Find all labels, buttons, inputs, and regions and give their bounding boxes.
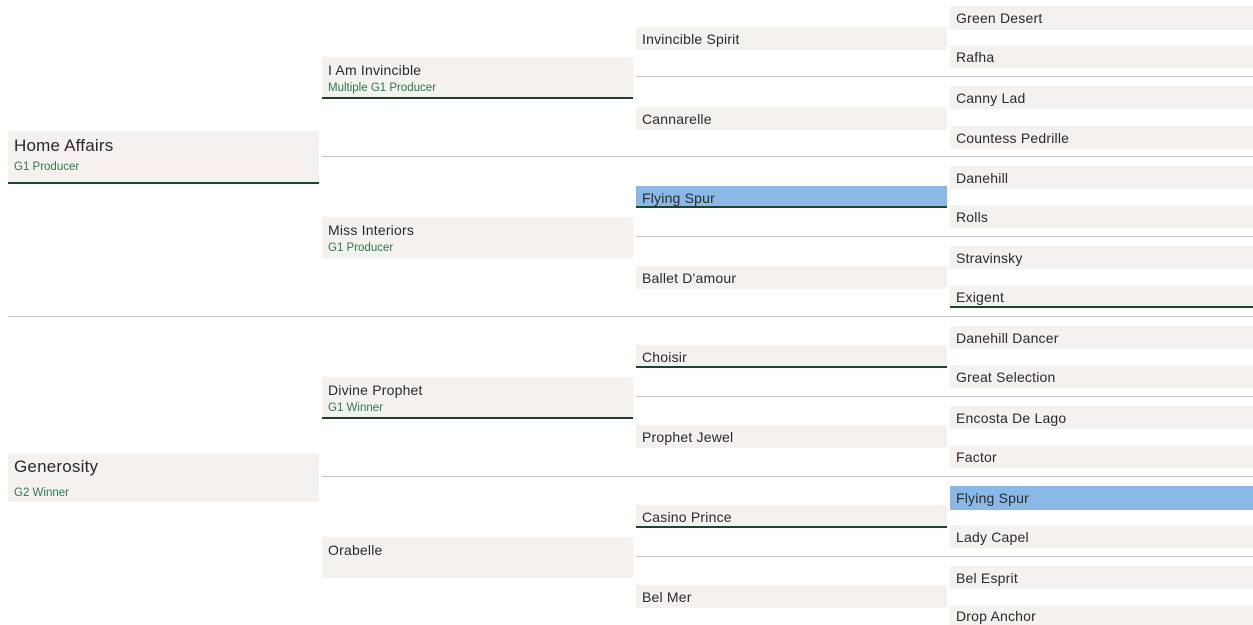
- pedigree-entry[interactable]: I Am Invincible Multiple G1 Producer: [322, 57, 633, 99]
- divider: [8, 316, 1253, 317]
- horse-name: Rolls: [956, 209, 989, 225]
- pedigree-entry[interactable]: Ballet D'amour: [636, 266, 947, 289]
- pedigree-entry[interactable]: Divine Prophet G1 Winner: [322, 377, 633, 419]
- pedigree-entry[interactable]: Drop Anchor: [950, 605, 1253, 625]
- pedigree-entry[interactable]: Bel Mer: [636, 585, 947, 608]
- divider: [322, 476, 1253, 477]
- horse-name: Rafha: [956, 49, 995, 65]
- divider: [322, 156, 1253, 157]
- pedigree-entry[interactable]: Rafha: [950, 45, 1253, 68]
- pedigree-dam[interactable]: Generosity G2 Winner: [8, 453, 319, 502]
- pedigree-entry[interactable]: Bel Esprit: [950, 566, 1253, 589]
- horse-name: Invincible Spirit: [642, 31, 740, 47]
- horse-name: Exigent: [956, 289, 1005, 305]
- pedigree-entry[interactable]: Casino Prince: [636, 505, 947, 528]
- horse-name: Canny Lad: [956, 90, 1026, 106]
- horse-status: Multiple G1 Producer: [328, 82, 437, 94]
- divider: [636, 76, 1253, 77]
- horse-name: Cannarelle: [642, 111, 712, 127]
- pedigree-entry[interactable]: Green Desert: [950, 6, 1253, 30]
- horse-name: Orabelle: [328, 542, 383, 558]
- pedigree-entry[interactable]: Stravinsky: [950, 246, 1253, 269]
- pedigree-entry[interactable]: Prophet Jewel: [636, 425, 947, 448]
- horse-status: G1 Producer: [14, 161, 80, 173]
- pedigree-entry-highlighted[interactable]: Flying Spur: [636, 186, 947, 208]
- pedigree-entry[interactable]: Danehill: [950, 166, 1253, 189]
- pedigree-entry[interactable]: Great Selection: [950, 365, 1253, 388]
- divider: [636, 236, 1253, 237]
- pedigree-entry[interactable]: Cannarelle: [636, 107, 947, 130]
- horse-status: G1 Producer: [328, 242, 394, 254]
- horse-name: Stravinsky: [956, 250, 1023, 266]
- horse-name: Danehill: [956, 170, 1009, 186]
- horse-name: Lady Capel: [956, 529, 1029, 545]
- horse-name: Countess Pedrille: [956, 130, 1070, 146]
- horse-name: I Am Invincible: [328, 62, 422, 78]
- horse-name: Flying Spur: [956, 490, 1030, 506]
- pedigree-entry[interactable]: Choisir: [636, 345, 947, 368]
- horse-name: Bel Mer: [642, 589, 692, 605]
- horse-name: Flying Spur: [642, 190, 716, 206]
- horse-name: Prophet Jewel: [642, 429, 734, 445]
- horse-status: G1 Winner: [328, 402, 383, 414]
- pedigree-entry[interactable]: Canny Lad: [950, 86, 1253, 109]
- pedigree-entry[interactable]: Factor: [950, 445, 1253, 468]
- pedigree-entry[interactable]: Danehill Dancer: [950, 326, 1253, 349]
- pedigree-entry[interactable]: Orabelle: [322, 537, 633, 578]
- horse-name: Ballet D'amour: [642, 270, 737, 286]
- horse-name: Divine Prophet: [328, 382, 423, 398]
- horse-status: G2 Winner: [14, 487, 69, 499]
- horse-name: Danehill Dancer: [956, 330, 1059, 346]
- pedigree-entry[interactable]: Encosta De Lago: [950, 406, 1253, 429]
- pedigree-entry[interactable]: Countess Pedrille: [950, 126, 1253, 149]
- horse-name: Choisir: [642, 349, 687, 365]
- pedigree-entry-highlighted[interactable]: Flying Spur: [950, 486, 1253, 510]
- horse-name: Great Selection: [956, 369, 1056, 385]
- horse-name: Generosity: [14, 457, 99, 476]
- pedigree-entry[interactable]: Exigent: [950, 285, 1253, 308]
- pedigree-entry[interactable]: Rolls: [950, 205, 1253, 228]
- pedigree-entry[interactable]: Lady Capel: [950, 525, 1253, 548]
- horse-name: Green Desert: [956, 10, 1043, 26]
- horse-name: Drop Anchor: [956, 608, 1037, 624]
- horse-name: Miss Interiors: [328, 222, 415, 238]
- horse-name: Home Affairs: [14, 136, 114, 155]
- horse-name: Factor: [956, 449, 997, 465]
- horse-name: Encosta De Lago: [956, 410, 1067, 426]
- pedigree-sire[interactable]: Home Affairs G1 Producer: [8, 131, 319, 184]
- pedigree-entry[interactable]: Invincible Spirit: [636, 27, 947, 50]
- horse-name: Bel Esprit: [956, 570, 1018, 586]
- pedigree-entry[interactable]: Miss Interiors G1 Producer: [322, 217, 633, 259]
- divider: [636, 396, 1253, 397]
- horse-name: Casino Prince: [642, 509, 732, 525]
- divider: [636, 556, 1253, 557]
